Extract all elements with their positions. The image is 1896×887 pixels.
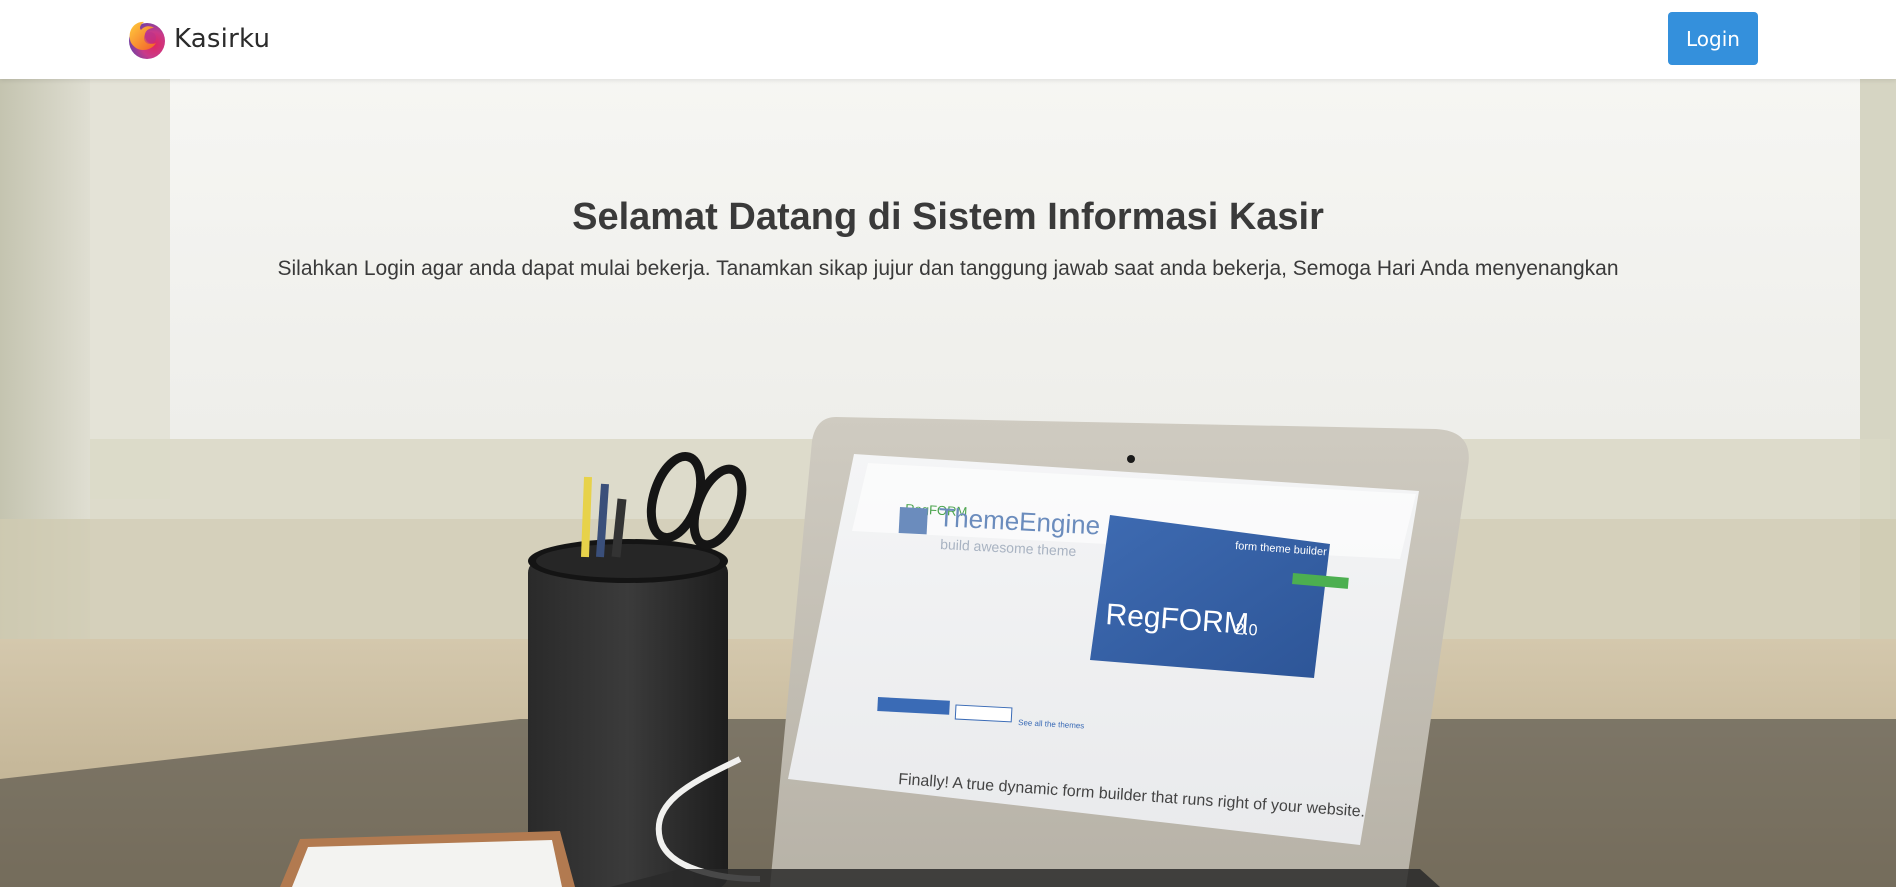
navbar: Kasirku Login <box>0 0 1896 79</box>
svg-text:2.0: 2.0 <box>1235 621 1258 640</box>
brand-name: Kasirku <box>174 24 271 54</box>
hero-subtitle: Silahkan Login agar anda dapat mulai bek… <box>277 257 1619 280</box>
brand-link[interactable]: Kasirku <box>124 16 270 62</box>
hero-title: Selamat Datang di Sistem Informasi Kasir <box>572 196 1324 238</box>
login-button[interactable]: Login <box>1668 12 1758 65</box>
brand-logo-icon <box>129 21 165 59</box>
hero-section: RegFORM 2.0 form theme builder RegFORM T… <box>0 79 1896 887</box>
